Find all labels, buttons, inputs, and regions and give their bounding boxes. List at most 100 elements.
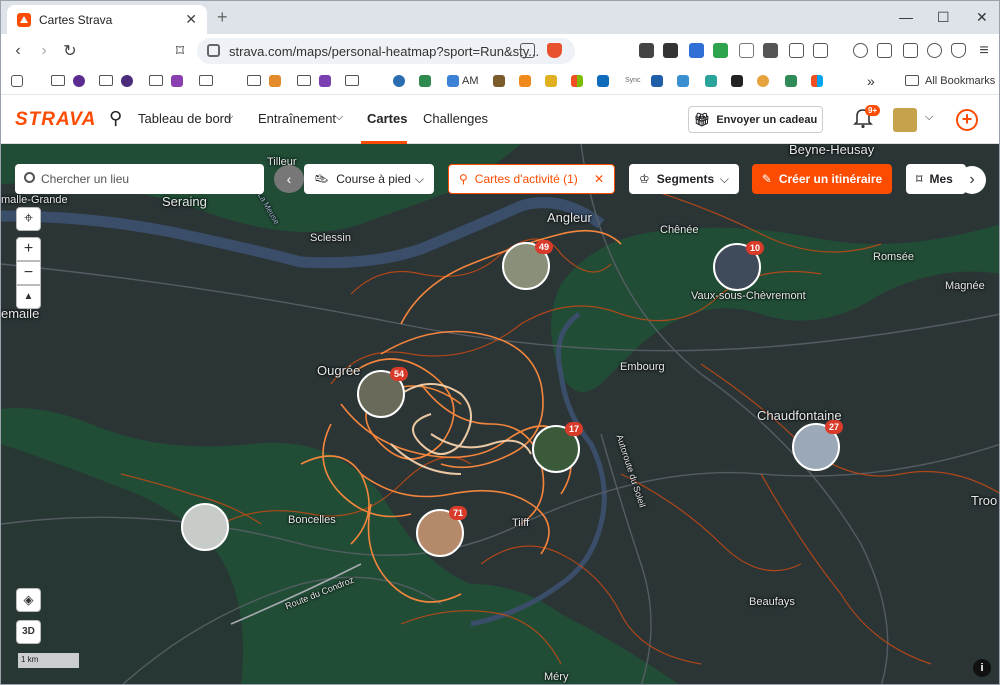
strava-logo[interactable]: STRAVA	[15, 109, 96, 131]
back-icon[interactable]: ‹	[5, 42, 31, 60]
sport-filter-label: Course à pied	[336, 172, 411, 186]
bookmark-sync[interactable]: Sync	[625, 73, 641, 88]
bookmark-folder[interactable]	[297, 73, 311, 88]
bookmark-item[interactable]	[545, 73, 557, 88]
bookmark-item[interactable]	[705, 73, 717, 88]
outlook-icon[interactable]	[597, 73, 609, 88]
address-bar[interactable]: strava.com/maps/personal-heatmap?sport=R…	[197, 38, 575, 64]
puzzle-icon[interactable]	[789, 43, 804, 58]
scroll-right-button[interactable]: ›	[958, 166, 986, 194]
bookmark-item[interactable]	[785, 73, 797, 88]
heatmap-map[interactable]: Tilleur Beyne-Heusay Seraing Sclessin An…	[1, 144, 999, 684]
bookmark-item[interactable]	[651, 73, 663, 88]
layers-icon[interactable]: ◈	[16, 588, 41, 612]
apps-icon[interactable]	[11, 73, 23, 88]
brave-shield-icon[interactable]	[547, 43, 562, 58]
bookmark-folder[interactable]	[51, 73, 65, 88]
extension-icon[interactable]	[763, 43, 778, 58]
close-icon[interactable]: ✕	[594, 172, 604, 186]
photo-marker[interactable]	[181, 503, 229, 551]
nav-training[interactable]: Entraînement	[258, 111, 336, 126]
vpn-icon[interactable]	[951, 43, 966, 58]
share-icon[interactable]	[520, 43, 535, 58]
chevron-down-icon[interactable]: ⌵	[925, 111, 933, 124]
toggle-3d-button[interactable]: 3D	[16, 620, 41, 644]
maximize-icon[interactable]: ☐	[937, 9, 950, 26]
photo-count-badge: 71	[449, 506, 468, 520]
menu-icon[interactable]: ≡	[971, 42, 997, 60]
photo-count-badge: 49	[535, 240, 554, 254]
bookmark-item[interactable]	[393, 73, 405, 88]
bookmark-folder[interactable]	[247, 73, 261, 88]
bookmark-item[interactable]	[121, 73, 133, 88]
bookmark-folder[interactable]	[199, 73, 213, 88]
zoom-in-button[interactable]: +	[16, 237, 41, 261]
bookmark-item[interactable]	[519, 73, 531, 88]
zoom-out-button[interactable]: −	[16, 261, 41, 285]
sidebar-icon[interactable]	[877, 43, 892, 58]
bookmark-item[interactable]	[419, 73, 431, 88]
segments-dropdown[interactable]: ♔ Segments ⌵	[629, 164, 739, 194]
minimize-icon[interactable]: —	[899, 9, 913, 25]
avatar[interactable]	[893, 108, 917, 132]
bookmark-am[interactable]: AM	[447, 73, 479, 88]
pencil-icon: ✎	[761, 172, 772, 186]
wallet-icon[interactable]	[903, 43, 918, 58]
site-info-icon[interactable]	[207, 44, 220, 57]
add-icon[interactable]: +	[956, 109, 978, 131]
close-window-icon[interactable]: ✕	[976, 9, 988, 26]
nav-challenges[interactable]: Challenges	[423, 111, 488, 126]
more-bookmarks-icon[interactable]: »	[867, 73, 875, 89]
extension-icon[interactable]	[639, 43, 654, 58]
chevron-down-icon[interactable]: ⌵	[225, 111, 233, 124]
nav-maps[interactable]: Cartes	[367, 111, 407, 126]
info-icon[interactable]: i	[973, 659, 991, 677]
locate-icon[interactable]: ⌖	[16, 207, 41, 231]
saved-routes-button[interactable]: ⌑ Mes	[906, 164, 966, 194]
bookmark-item[interactable]	[269, 73, 281, 88]
send-gift-button[interactable]: 🎁︎ Envoyer un cadeau	[688, 106, 823, 133]
search-placeholder: Chercher un lieu	[41, 172, 130, 186]
saved-label: Mes	[929, 172, 953, 186]
notification-badge: 9+	[865, 105, 881, 116]
bookmark-item[interactable]	[73, 73, 85, 88]
create-route-button[interactable]: ✎ Créer un itinéraire	[752, 164, 892, 194]
segments-label: Segments	[656, 172, 715, 186]
place-label: malle-Grande	[1, 194, 68, 206]
bookmark-item[interactable]	[677, 73, 689, 88]
reload-icon[interactable]: ↻	[57, 41, 83, 61]
microsoft-icon[interactable]	[811, 73, 823, 88]
url-text: strava.com/maps/personal-heatmap?sport=R…	[229, 43, 540, 59]
bookmark-item[interactable]	[757, 73, 769, 88]
bookmark-item[interactable]	[171, 73, 183, 88]
browser-tab[interactable]: Cartes Strava ✕	[7, 5, 207, 34]
extension-icon[interactable]	[713, 43, 728, 58]
notion-icon[interactable]	[731, 73, 743, 88]
notion-icon[interactable]	[663, 43, 678, 58]
collapse-panel-button[interactable]: ‹	[274, 165, 304, 193]
bookmark-icon[interactable]: ⌑	[167, 41, 193, 61]
leo-icon[interactable]	[927, 43, 942, 58]
place-search-input[interactable]: Chercher un lieu	[15, 164, 264, 194]
new-tab-icon[interactable]: +	[217, 7, 228, 28]
extension-icon[interactable]	[813, 43, 828, 58]
forward-icon[interactable]: ›	[31, 42, 57, 60]
bookmark-item[interactable]	[319, 73, 331, 88]
compass-icon[interactable]: ▲	[16, 285, 41, 309]
close-tab-icon[interactable]: ✕	[185, 11, 197, 28]
all-bookmarks[interactable]: All Bookmarks	[905, 73, 995, 88]
media-icon[interactable]	[853, 43, 868, 58]
nav-dashboard[interactable]: Tableau de bord	[138, 111, 231, 126]
bookmark-item[interactable]	[493, 73, 505, 88]
extension-icon[interactable]	[739, 43, 754, 58]
bookmark-folder[interactable]	[345, 73, 359, 88]
activity-maps-filter[interactable]: ⚲ Cartes d'activité (1) ✕	[448, 164, 615, 194]
bookmark-folder[interactable]	[99, 73, 113, 88]
extension-icon[interactable]	[689, 43, 704, 58]
bookmark-folder[interactable]	[149, 73, 163, 88]
microsoft-icon[interactable]	[571, 73, 583, 88]
search-icon[interactable]: ⚲	[109, 108, 122, 129]
sport-filter-dropdown[interactable]: 👟︎ Course à pied ⌵	[304, 164, 434, 194]
photo-count-badge: 10	[746, 241, 765, 255]
chevron-down-icon[interactable]: ⌵	[335, 111, 343, 124]
